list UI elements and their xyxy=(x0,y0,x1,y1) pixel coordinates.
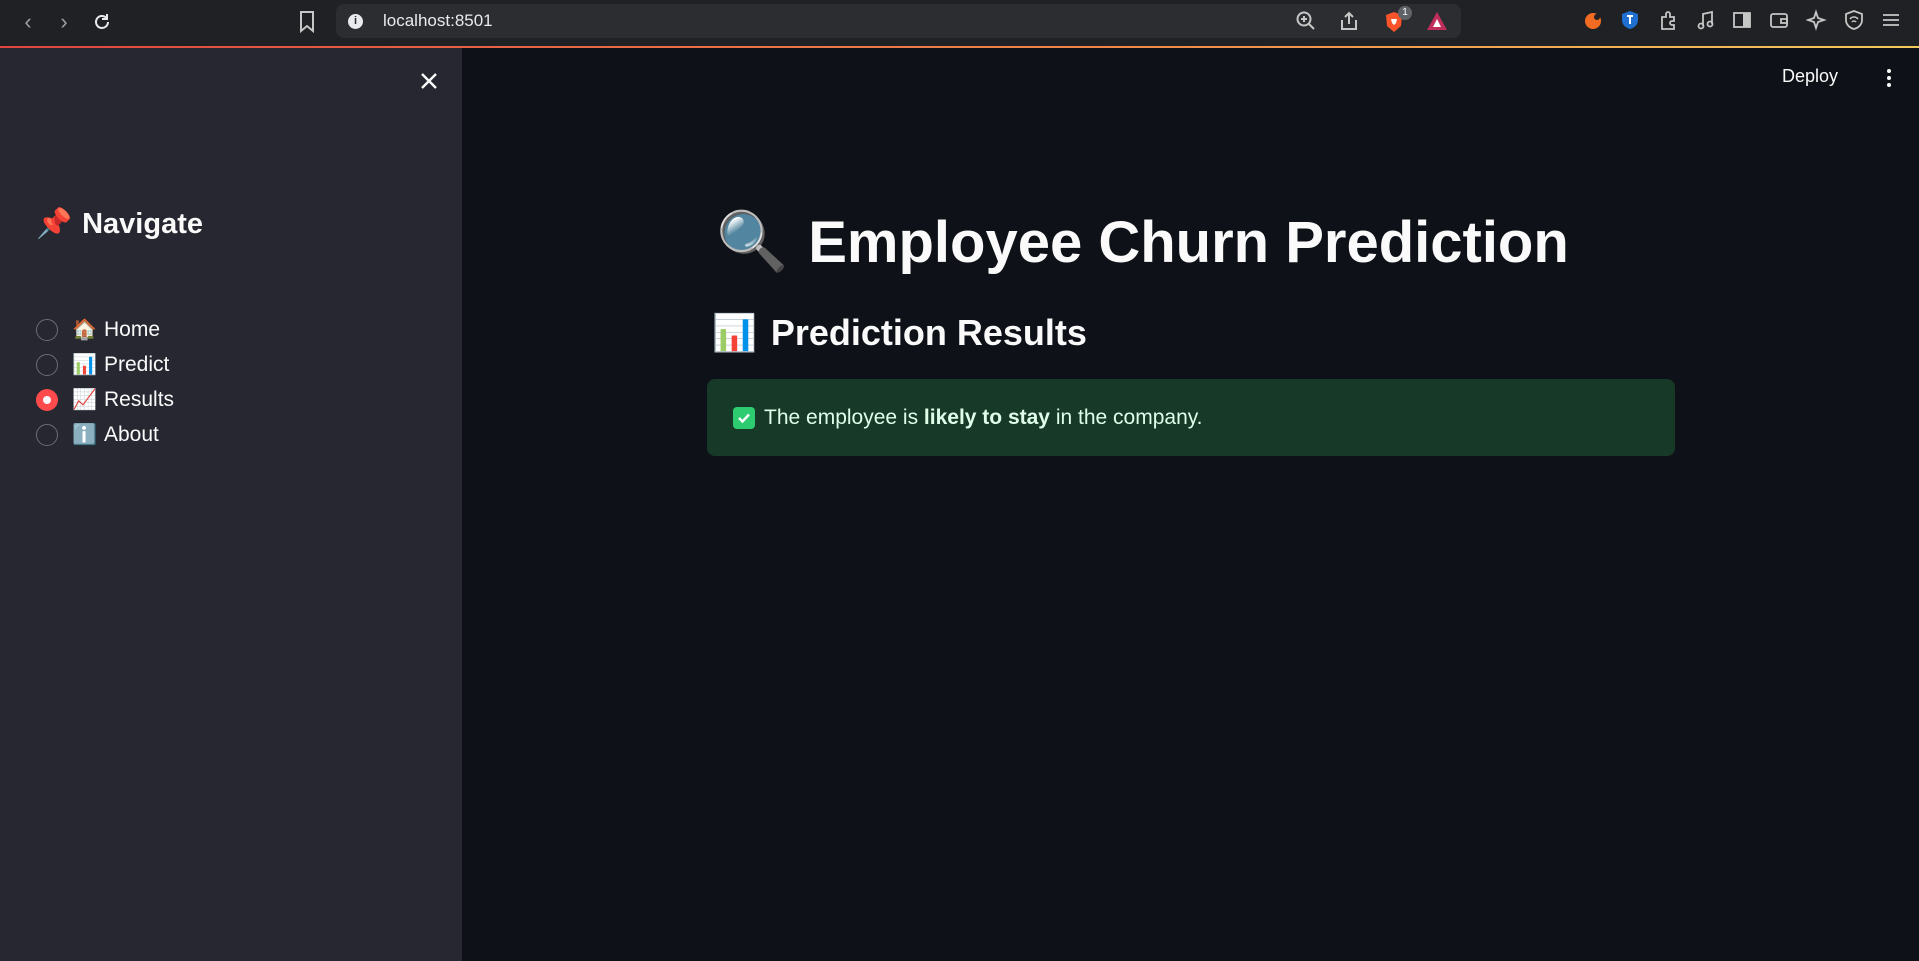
radio-button[interactable] xyxy=(36,318,58,341)
address-bar[interactable]: i localhost:8501 1 xyxy=(336,4,1461,38)
sidebar-heading-text: Navigate xyxy=(82,207,203,240)
extension-orange-icon[interactable] xyxy=(1580,9,1606,35)
section-heading: 📊 Prediction Results xyxy=(712,312,1087,354)
radio-button[interactable] xyxy=(36,353,58,376)
extensions-puzzle-icon[interactable] xyxy=(1655,9,1681,35)
sidebar-toggle-icon[interactable] xyxy=(1729,9,1755,35)
radio-label: About xyxy=(104,422,159,446)
radio-label: Results xyxy=(104,387,175,411)
bar-chart-icon: 📊 xyxy=(712,312,757,353)
music-note-icon[interactable] xyxy=(1692,9,1718,35)
sidebar: 📌 Navigate 🏠 Home 📊 Predict 📈 Results ℹ️… xyxy=(0,48,462,961)
menu-hamburger-icon[interactable] xyxy=(1878,9,1904,35)
house-icon: 🏠 xyxy=(72,319,97,341)
page-title-text: Employee Churn Prediction xyxy=(808,209,1569,275)
alert-text-suffix: in the company. xyxy=(1055,405,1203,429)
address-url[interactable]: localhost:8501 xyxy=(383,11,493,31)
trending-chart-icon: 📈 xyxy=(72,389,97,411)
magnifier-icon: 🔍 xyxy=(716,209,789,274)
sidebar-heading: 📌 Navigate xyxy=(36,207,203,241)
main-menu-kebab-icon[interactable] xyxy=(1880,66,1898,90)
vpn-shield-icon[interactable] xyxy=(1617,9,1643,35)
site-info-icon[interactable]: i xyxy=(348,14,363,29)
radio-option-about[interactable]: ℹ️ About xyxy=(36,417,174,452)
radio-button-selected[interactable] xyxy=(36,388,58,411)
back-arrow-icon[interactable]: ‹ xyxy=(14,8,42,36)
alert-text-bold: likely to stay xyxy=(923,405,1050,429)
close-sidebar-icon[interactable] xyxy=(416,70,442,96)
shields-count-badge: 1 xyxy=(1398,6,1412,20)
section-heading-text: Prediction Results xyxy=(770,312,1087,353)
radio-label: Home xyxy=(104,317,161,341)
check-mark-icon xyxy=(733,406,755,429)
wallet-icon[interactable] xyxy=(1766,9,1792,35)
vpn-icon[interactable] xyxy=(1841,9,1867,35)
radio-label: Predict xyxy=(104,352,170,376)
radio-option-results[interactable]: 📈 Results xyxy=(36,382,174,417)
success-alert: The employee is likely to stay in the co… xyxy=(707,379,1675,456)
brave-rewards-icon[interactable] xyxy=(1425,10,1449,34)
alert-text-prefix: The employee is xyxy=(764,405,919,429)
leo-ai-icon[interactable] xyxy=(1804,9,1830,35)
bookmark-icon[interactable] xyxy=(296,9,318,35)
deploy-button[interactable]: Deploy xyxy=(1782,66,1838,87)
pushpin-icon: 📌 xyxy=(36,208,73,240)
radio-option-predict[interactable]: 📊 Predict xyxy=(36,347,174,382)
reload-icon[interactable] xyxy=(88,8,116,36)
radio-button[interactable] xyxy=(36,423,58,446)
page-title: 🔍 Employee Churn Prediction xyxy=(716,208,1569,276)
navigation-radio-group: 🏠 Home 📊 Predict 📈 Results ℹ️ About xyxy=(36,312,174,452)
browser-toolbar: ‹ › i localhost:8501 1 xyxy=(0,0,1919,46)
forward-arrow-icon[interactable]: › xyxy=(50,8,78,36)
zoom-icon[interactable] xyxy=(1294,10,1318,34)
bar-chart-icon: 📊 xyxy=(72,354,97,376)
share-icon[interactable] xyxy=(1337,10,1361,34)
info-icon: ℹ️ xyxy=(72,424,97,446)
radio-option-home[interactable]: 🏠 Home xyxy=(36,312,174,347)
